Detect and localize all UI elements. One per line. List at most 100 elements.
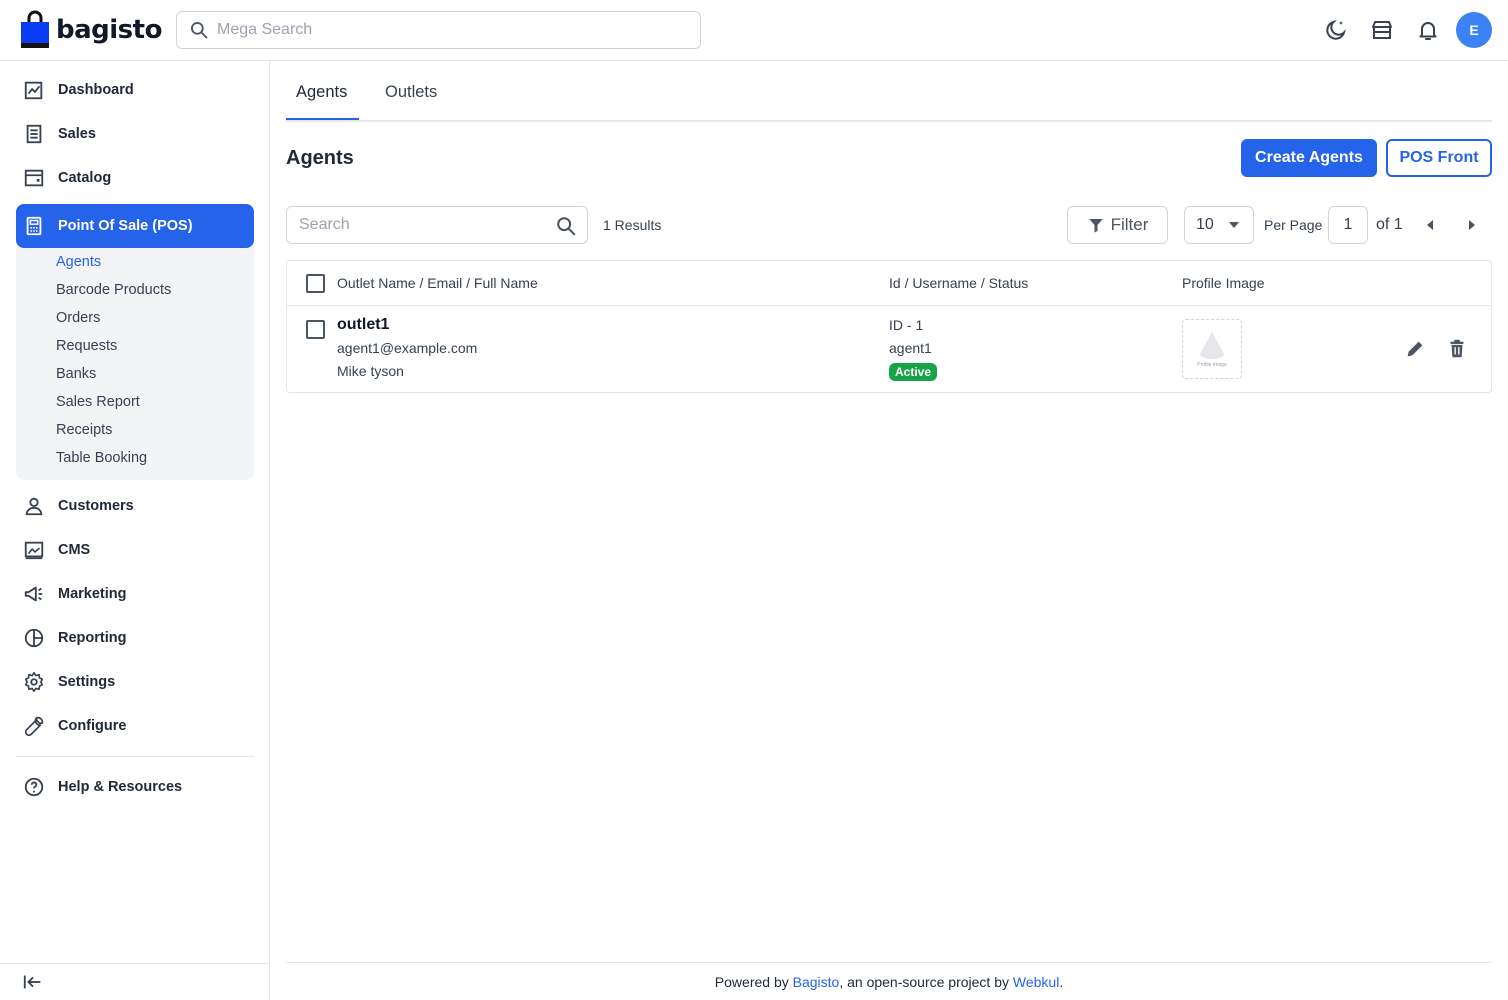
sidebar-item-label: Help & Resources [58, 779, 183, 795]
agent-email: agent1@example.com [337, 340, 478, 356]
next-page-button[interactable] [1469, 219, 1481, 231]
datagrid-search-input[interactable] [299, 216, 539, 234]
agent-id: ID - 1 [889, 317, 924, 333]
row-checkbox[interactable] [306, 320, 325, 339]
footer-suffix: . [1059, 973, 1064, 990]
caret-right-icon [1469, 220, 1475, 230]
tab-agents[interactable]: Agents [296, 83, 347, 102]
results-count: 1 Results [603, 217, 662, 233]
tab-bar: Agents Outlets [286, 61, 1492, 122]
user-avatar[interactable]: E [1456, 12, 1492, 48]
sidebar-item-label: Sales [58, 126, 96, 142]
sidebar-item-sales[interactable]: Sales [16, 112, 254, 156]
submenu-item-receipts[interactable]: Receipts [56, 422, 112, 438]
page-total-label: of 1 [1376, 216, 1403, 233]
catalog-icon [22, 166, 46, 190]
image-placeholder-icon [1200, 332, 1224, 359]
caret-left-icon [1427, 220, 1433, 230]
column-header-profile-image: Profile Image [1182, 275, 1265, 291]
agents-table: Outlet Name / Email / Full Name Id / Use… [286, 260, 1492, 393]
sidebar-collapse-button[interactable] [0, 963, 270, 1000]
submenu-item-orders[interactable]: Orders [56, 310, 100, 326]
gear-icon [22, 670, 46, 694]
prev-page-button[interactable] [1427, 219, 1439, 231]
filter-label: Filter [1110, 215, 1149, 234]
table-header: Outlet Name / Email / Full Name Id / Use… [287, 261, 1491, 306]
per-page-label: Per Page [1264, 217, 1323, 233]
sidebar-item-label: CMS [58, 542, 91, 558]
wrench-icon [22, 714, 46, 738]
sidebar-item-catalog[interactable]: Catalog [16, 156, 254, 200]
page-number-input[interactable]: 1 [1328, 206, 1368, 244]
footer-prefix: Powered by [714, 973, 793, 990]
sidebar-item-pos[interactable]: Point Of Sale (POS) [16, 204, 254, 248]
delete-icon[interactable] [1445, 337, 1469, 361]
sidebar-item-label: Reporting [58, 630, 127, 646]
filter-button[interactable]: Filter [1067, 206, 1168, 244]
column-header-outlet[interactable]: Outlet Name / Email / Full Name [337, 275, 538, 291]
bag-logo-icon [21, 10, 49, 48]
profile-image-placeholder: Profile Image [1182, 319, 1242, 379]
search-icon [191, 22, 208, 39]
submenu-item-requests[interactable]: Requests [56, 338, 117, 354]
sidebar-item-reporting[interactable]: Reporting [16, 616, 254, 660]
sidebar-item-cms[interactable]: CMS [16, 528, 254, 572]
column-header-id[interactable]: Id / Username / Status [889, 275, 1028, 291]
webkul-link[interactable]: Webkul [1013, 974, 1059, 990]
pos-front-button[interactable]: POS Front [1386, 139, 1492, 177]
customer-icon [22, 494, 46, 518]
sidebar-item-label: Catalog [58, 170, 112, 186]
sidebar-item-label: Settings [58, 674, 116, 690]
sidebar-item-label: Marketing [58, 586, 127, 602]
brand-logo[interactable]: bagisto [20, 10, 162, 50]
sidebar: Dashboard Sales Catalog Agents Barcode P… [0, 61, 270, 1000]
filter-icon [1088, 219, 1103, 233]
pie-chart-icon [22, 626, 46, 650]
sidebar-divider [16, 756, 254, 757]
mega-search-input[interactable] [217, 21, 677, 39]
sidebar-item-help[interactable]: Help & Resources [16, 765, 254, 809]
per-page-select[interactable]: 10 [1184, 206, 1254, 244]
sidebar-item-marketing[interactable]: Marketing [16, 572, 254, 616]
submenu-item-barcode-products[interactable]: Barcode Products [56, 282, 171, 298]
top-header: bagisto E [0, 0, 1508, 61]
sidebar-item-dashboard[interactable]: Dashboard [16, 68, 254, 112]
bagisto-link[interactable]: Bagisto [793, 974, 840, 990]
select-all-checkbox[interactable] [306, 274, 325, 293]
collapse-icon [22, 972, 44, 995]
sidebar-item-label: Point Of Sale (POS) [58, 218, 193, 234]
datagrid-search-box[interactable] [286, 206, 588, 244]
agent-full-name: Mike tyson [337, 363, 404, 379]
status-badge: Active [889, 363, 938, 381]
store-icon[interactable] [1369, 17, 1395, 43]
dashboard-icon [22, 78, 46, 102]
per-page-value: 10 [1196, 216, 1214, 233]
moon-icon[interactable] [1323, 17, 1349, 43]
sidebar-item-label: Configure [58, 718, 127, 734]
edit-icon[interactable] [1403, 337, 1427, 361]
sidebar-item-customers[interactable]: Customers [16, 484, 254, 528]
cms-icon [22, 538, 46, 562]
megaphone-icon [22, 582, 46, 606]
pos-icon [22, 214, 46, 238]
brand-name: bagisto [56, 15, 162, 45]
submenu-item-banks[interactable]: Banks [56, 366, 96, 382]
tab-outlets[interactable]: Outlets [385, 83, 437, 102]
search-icon[interactable] [555, 215, 577, 240]
active-tab-indicator [286, 118, 359, 120]
outlet-name: outlet1 [337, 316, 390, 333]
agent-username: agent1 [889, 340, 932, 356]
sidebar-item-settings[interactable]: Settings [16, 660, 254, 704]
submenu-item-sales-report[interactable]: Sales Report [56, 394, 140, 410]
page-footer: Powered by Bagisto , an open-source proj… [286, 962, 1492, 1000]
bell-icon[interactable] [1415, 17, 1441, 43]
create-agents-button[interactable]: Create Agents [1241, 139, 1377, 177]
help-icon [22, 775, 46, 799]
sidebar-item-label: Dashboard [58, 82, 134, 98]
submenu-item-agents[interactable]: Agents [56, 254, 101, 270]
profile-image-caption: Profile Image [1197, 362, 1227, 368]
sidebar-item-label: Customers [58, 498, 134, 514]
submenu-item-table-booking[interactable]: Table Booking [56, 450, 147, 466]
sidebar-item-configure[interactable]: Configure [16, 704, 254, 748]
mega-search-box[interactable] [176, 11, 701, 49]
